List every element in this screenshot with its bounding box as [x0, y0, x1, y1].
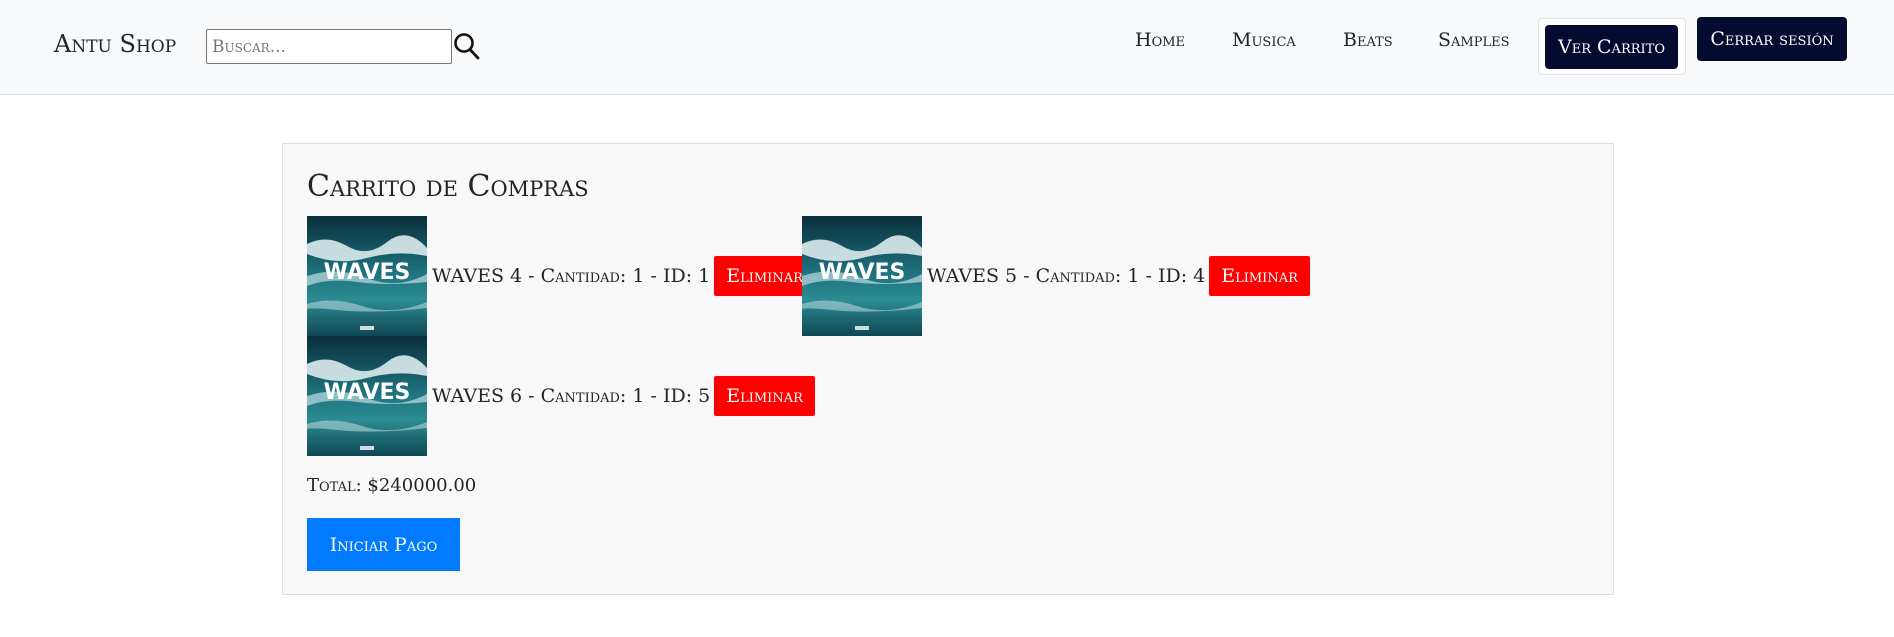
item-description: WAVES 4 - Cantidad: 1 - ID: 1	[432, 265, 711, 287]
album-cover-image: WAVES	[307, 336, 427, 456]
search-button[interactable]	[452, 29, 482, 63]
cart-item: WAVES WAVES 6 - Cantidad: 1 - ID: 5 Elim…	[307, 336, 815, 456]
album-cover-image: WAVES	[307, 216, 427, 336]
view-cart-button[interactable]: Ver Carrito	[1545, 25, 1678, 69]
navbar: Antu Shop Home Musica Beats Samples Ver …	[0, 0, 1894, 95]
cart-title: Carrito de Compras	[307, 169, 589, 204]
item-description: WAVES 6 - Cantidad: 1 - ID: 5	[432, 385, 711, 407]
remove-item-button[interactable]: Eliminar	[714, 256, 815, 296]
cart-item: WAVES WAVES 5 - Cantidad: 1 - ID: 4 Elim…	[802, 216, 1310, 336]
nav-musica[interactable]: Musica	[1232, 29, 1296, 51]
item-description: WAVES 5 - Cantidad: 1 - ID: 4	[927, 265, 1206, 287]
album-cover-image: WAVES	[802, 216, 922, 336]
remove-item-button[interactable]: Eliminar	[714, 376, 815, 416]
cover-text: WAVES	[819, 260, 906, 285]
cart-total: Total: $240000.00	[307, 475, 477, 496]
logout-button[interactable]: Cerrar sesión	[1697, 17, 1847, 61]
cart-panel: Carrito de Compras WAVES WAVES 4 - Canti…	[282, 143, 1614, 595]
brand-logo[interactable]: Antu Shop	[54, 30, 176, 58]
cart-item: WAVES WAVES 4 - Cantidad: 1 - ID: 1 Elim…	[307, 216, 815, 336]
search-input[interactable]	[206, 29, 452, 64]
cover-text: WAVES	[324, 380, 411, 405]
remove-item-button[interactable]: Eliminar	[1209, 256, 1310, 296]
nav-home[interactable]: Home	[1135, 29, 1185, 51]
cover-text: WAVES	[324, 260, 411, 285]
nav-samples[interactable]: Samples	[1438, 29, 1510, 51]
start-payment-button[interactable]: Iniciar Pago	[307, 518, 460, 571]
nav-beats[interactable]: Beats	[1343, 29, 1393, 51]
search-icon	[454, 33, 480, 60]
